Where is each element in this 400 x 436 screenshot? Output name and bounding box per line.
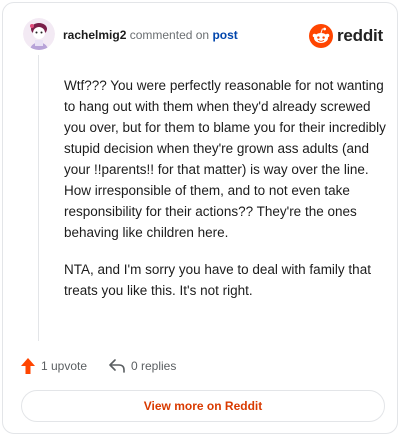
reddit-logo-icon — [309, 24, 333, 48]
action-text: commented on — [129, 28, 210, 42]
upvote-count: 1 upvote — [41, 359, 88, 373]
reddit-wordmark: reddit — [337, 26, 384, 45]
comment-actions: 1 upvote 0 replies — [21, 356, 381, 376]
post-link[interactable]: post — [212, 28, 237, 42]
comment-paragraph: NTA, and I'm sorry you have to deal with… — [64, 262, 371, 298]
replies-button[interactable]: 0 replies — [109, 356, 176, 376]
reddit-brand[interactable]: reddit — [309, 24, 383, 50]
comment-card: rachelmig2 commented on post reddit Wtf?… — [2, 2, 398, 434]
reply-count: 0 replies — [131, 359, 177, 373]
username-link[interactable]: rachelmig2 — [63, 28, 126, 42]
upvote-arrow-icon — [21, 358, 35, 374]
avatar-icon[interactable] — [23, 18, 55, 50]
comment-paragraph: Wtf??? You were perfectly reasonable for… — [64, 78, 386, 240]
reply-arrow-icon — [109, 359, 125, 373]
comment-body: Wtf??? You were perfectly reasonable for… — [64, 75, 388, 317]
view-more-button[interactable]: View more on Reddit — [21, 390, 385, 422]
comment-header: rachelmig2 commented on post reddit — [23, 18, 383, 58]
upvote-button[interactable]: 1 upvote — [21, 356, 87, 376]
comment-meta: rachelmig2 commented on post — [63, 28, 238, 42]
thread-line — [38, 55, 39, 341]
